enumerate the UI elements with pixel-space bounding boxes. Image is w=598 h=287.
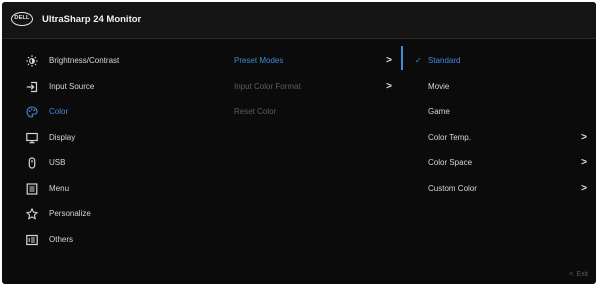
usb-icon <box>26 157 38 169</box>
menu-item-display[interactable]: Display <box>22 125 222 151</box>
menu-item-label: Others <box>49 234 74 244</box>
selection-divider <box>401 46 403 70</box>
color-palette-icon <box>26 106 38 118</box>
menu-item-label: Personalize <box>49 209 91 218</box>
monitor-osd: DELL UltraSharp 24 Monitor Brightness/Co… <box>2 2 596 284</box>
menu-item-label: Display <box>49 132 76 142</box>
preset-item-custom-color[interactable]: Custom Color > <box>407 176 593 202</box>
chevron-right-icon: > <box>581 182 587 194</box>
menu-item-personalize[interactable]: Personalize <box>22 201 222 227</box>
preset-item-label: Standard <box>428 56 461 65</box>
preset-item-movie[interactable]: Movie <box>407 74 593 100</box>
preset-item-label: Color Space <box>428 158 473 167</box>
preset-item-label: Movie <box>428 81 450 91</box>
submenu-item-preset-modes[interactable]: Preset Modes > <box>232 48 400 74</box>
preset-item-color-space[interactable]: Color Space > <box>407 150 593 176</box>
submenu-item-label: Input Color Format <box>234 81 301 91</box>
menu-item-label: Color <box>49 107 69 116</box>
brightness-icon <box>26 55 38 67</box>
preset-item-color-temp[interactable]: Color Temp. > <box>407 125 593 151</box>
menu-icon <box>26 182 38 195</box>
checkmark-icon: ✓ <box>415 56 422 65</box>
preset-item-game[interactable]: Game <box>407 99 593 125</box>
chevron-left-icon: < <box>569 271 574 278</box>
menu-item-menu[interactable]: Menu <box>22 176 222 202</box>
menu-item-label: Input Source <box>49 81 95 91</box>
exit-button[interactable]: < Exit <box>569 271 588 278</box>
menu-item-label: Brightness/Contrast <box>49 56 120 65</box>
chevron-right-icon: > <box>581 131 587 143</box>
color-submenu: Preset Modes > Input Color Format > Rese… <box>232 48 400 125</box>
input-source-icon <box>26 81 38 93</box>
star-icon <box>26 208 38 220</box>
preset-modes-list: ✓ Standard Movie Game Color Temp. > Colo… <box>407 48 593 201</box>
main-menu: Brightness/Contrast Input Source Color D… <box>22 48 222 252</box>
others-icon <box>26 234 38 246</box>
display-icon <box>26 132 38 144</box>
menu-item-brightness-contrast[interactable]: Brightness/Contrast <box>22 48 222 74</box>
chevron-right-icon: > <box>386 55 392 66</box>
menu-item-others[interactable]: Others <box>22 227 222 253</box>
submenu-item-input-color-format[interactable]: Input Color Format > <box>232 74 400 100</box>
chevron-right-icon: > <box>386 80 392 92</box>
chevron-right-icon: > <box>581 157 587 168</box>
osd-header: DELL UltraSharp 24 Monitor <box>2 2 596 39</box>
preset-item-label: Color Temp. <box>428 132 471 142</box>
menu-item-input-source[interactable]: Input Source <box>22 74 222 100</box>
preset-item-label: Game <box>428 107 450 116</box>
submenu-item-label: Reset Color <box>234 107 277 116</box>
monitor-model-title: UltraSharp 24 Monitor <box>42 14 142 25</box>
menu-item-usb[interactable]: USB <box>22 150 222 176</box>
menu-item-label: Menu <box>49 183 70 193</box>
submenu-item-reset-color[interactable]: Reset Color <box>232 99 400 125</box>
exit-label: Exit <box>576 271 588 278</box>
menu-item-color[interactable]: Color <box>22 99 222 125</box>
preset-item-standard[interactable]: ✓ Standard <box>407 48 593 74</box>
menu-item-label: USB <box>49 158 66 167</box>
submenu-item-label: Preset Modes <box>234 56 284 65</box>
preset-item-label: Custom Color <box>428 183 477 193</box>
dell-logo: DELL <box>11 12 33 26</box>
